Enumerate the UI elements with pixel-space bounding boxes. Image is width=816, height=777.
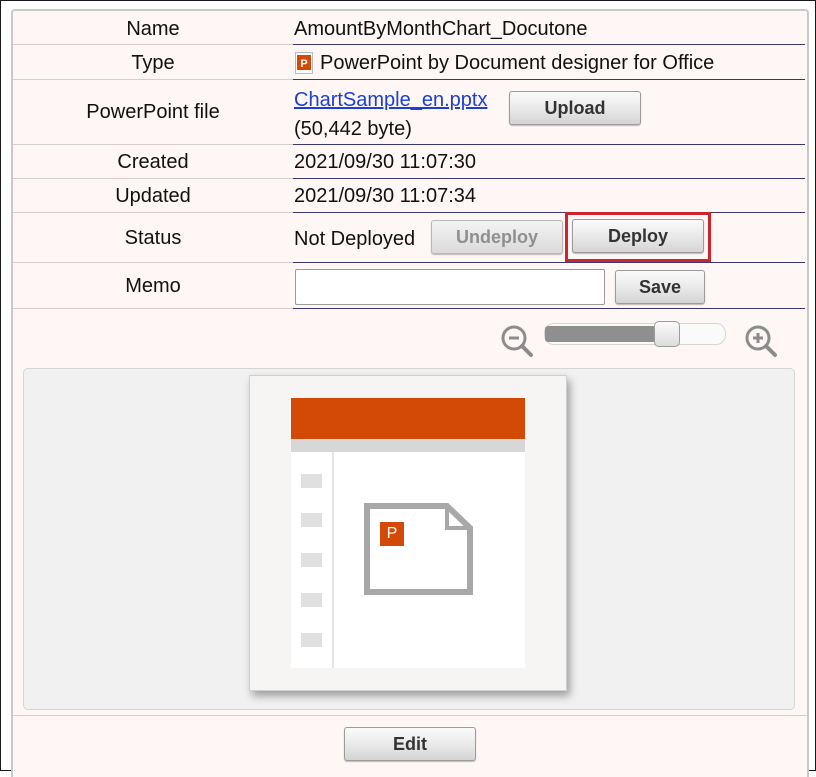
memo-input[interactable] — [295, 269, 605, 305]
row-divider — [13, 212, 293, 213]
zoom-slider[interactable] — [544, 321, 726, 347]
row-divider — [293, 79, 805, 80]
powerpoint-file-label: PowerPoint file — [86, 101, 220, 123]
row-divider — [293, 144, 805, 145]
zoom-in-icon[interactable] — [743, 323, 779, 364]
svg-text:P: P — [300, 58, 307, 70]
status-value: Not Deployed — [294, 228, 416, 250]
name-value: AmountByMonthChart_Docutone — [294, 18, 588, 40]
type-label: Type — [131, 52, 175, 74]
zoom-slider-fill — [545, 326, 664, 342]
row-divider — [293, 308, 805, 309]
created-value: 2021/09/30 11:07:30 — [294, 151, 477, 173]
row-divider — [293, 44, 805, 45]
row-divider — [13, 178, 293, 179]
powerpoint-icon: P — [295, 52, 313, 79]
properties-panel: Name AmountByMonthChart_Docutone Type P … — [11, 9, 809, 777]
save-button[interactable]: Save — [615, 270, 705, 304]
slide-thumbnail[interactable]: P — [249, 375, 567, 691]
row-divider — [13, 79, 293, 80]
updated-label: Updated — [115, 185, 191, 207]
edit-button[interactable]: Edit — [344, 727, 476, 761]
type-value: PowerPoint by Document designer for Offi… — [320, 52, 715, 74]
upload-button[interactable]: Upload — [509, 91, 641, 125]
memo-label: Memo — [125, 275, 181, 297]
created-label: Created — [117, 151, 189, 173]
zoom-out-icon[interactable] — [499, 323, 535, 364]
row-divider — [13, 144, 293, 145]
window-frame: Name AmountByMonthChart_Docutone Type P … — [0, 0, 816, 777]
row-divider — [13, 308, 293, 309]
pptx-file-link[interactable]: ChartSample_en.pptx — [294, 89, 487, 112]
row-divider — [293, 262, 805, 263]
updated-value: 2021/09/30 11:07:34 — [294, 185, 477, 207]
undeploy-button[interactable]: Undeploy — [431, 220, 563, 254]
row-divider — [13, 262, 293, 263]
zoom-slider-thumb[interactable] — [654, 321, 680, 347]
deploy-button[interactable]: Deploy — [572, 219, 704, 253]
row-divider — [293, 178, 805, 179]
row-divider — [13, 44, 293, 45]
file-size: (50,442 byte) — [294, 118, 412, 140]
name-label: Name — [126, 18, 180, 40]
row-divider — [293, 212, 805, 213]
row-divider — [13, 715, 807, 716]
status-label: Status — [124, 227, 182, 249]
slide-powerpoint-icon: P — [380, 522, 404, 546]
